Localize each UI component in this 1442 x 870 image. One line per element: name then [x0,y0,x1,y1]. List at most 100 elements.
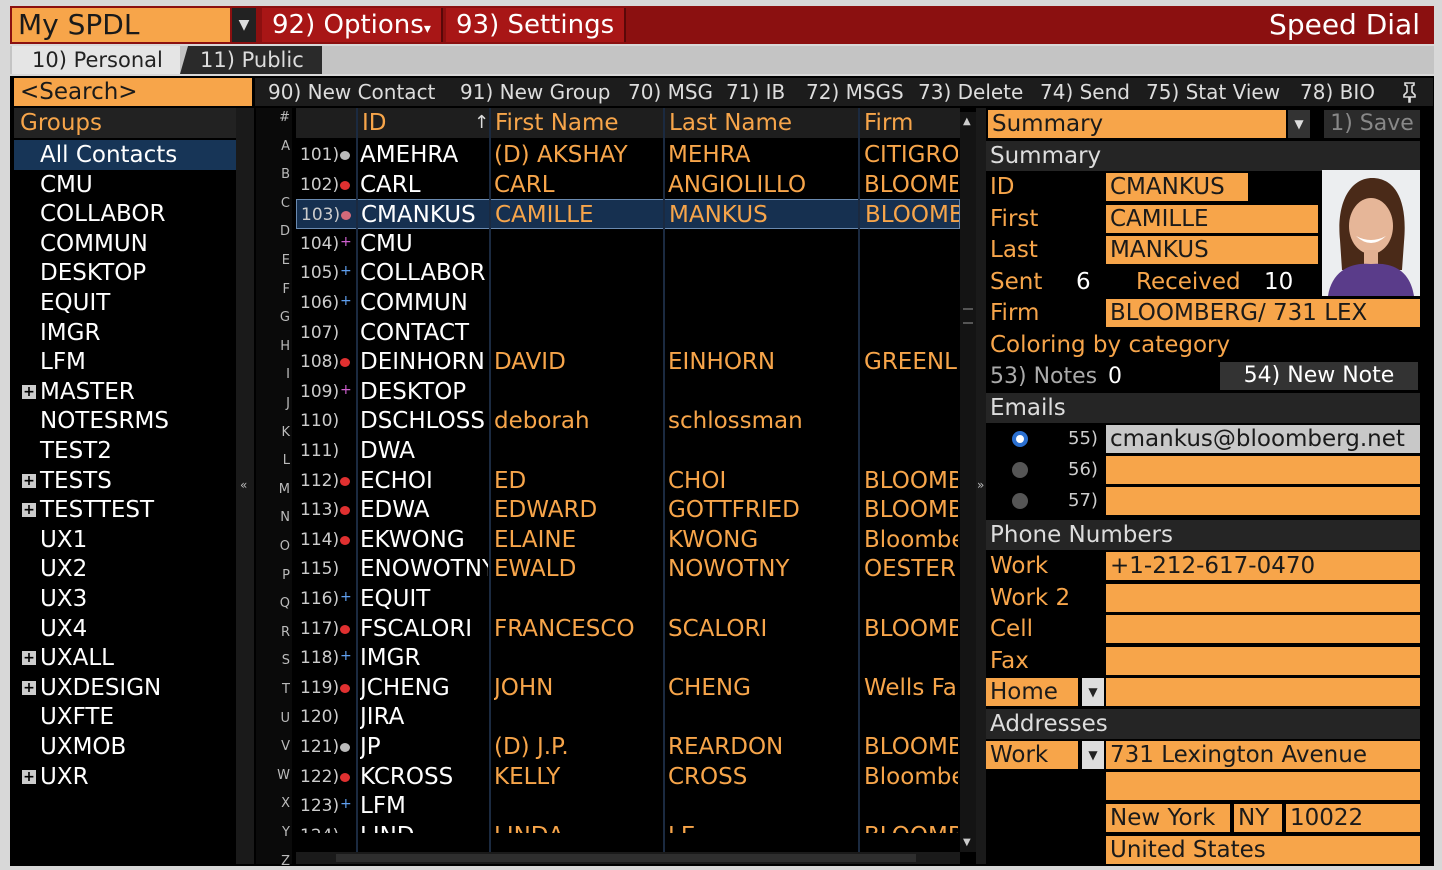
table-row[interactable]: 124) LIND LINDA LE BLOOMBERG [296,821,960,833]
alpha-index-letter[interactable]: K [258,425,290,440]
table-row[interactable]: 120) JIRA [296,702,960,732]
alpha-index-letter[interactable]: Y [258,825,290,840]
expand-plus-icon[interactable]: + [22,473,36,488]
table-row[interactable]: 115) ENOWOTNYEWALD NOWOTNY OESTERR [296,554,960,584]
sidebar-group-item[interactable]: UX3 [14,584,236,614]
email-radio[interactable] [1012,431,1028,447]
col-header-first-name[interactable]: First Name [495,108,619,138]
msg-button[interactable]: 70) MSG [628,78,713,106]
alpha-index-letter[interactable]: J [258,396,290,411]
col-header-id[interactable]: ID [362,108,387,138]
table-row[interactable]: 101) AMEHRA (D) AKSHAY MEHRA CITIGROUP [296,140,960,170]
alpha-index-letter[interactable]: W [258,768,290,783]
table-row[interactable]: 102) CARL CARL ANGIOLILLO BLOOMBERG [296,170,960,200]
phone-home-field[interactable] [1106,678,1420,706]
table-row[interactable]: 106) + COMMUN [296,288,960,318]
bio-button[interactable]: 78) BIO [1300,78,1375,106]
sidebar-group-item[interactable]: + TESTTEST [14,495,236,525]
table-row[interactable]: 107) CONTACT [296,318,960,348]
table-row[interactable]: 113) EDWA EDWARD GOTTFRIED BLOOMBERG [296,495,960,525]
settings-button[interactable]: 93) Settings [446,8,627,42]
alpha-index-letter[interactable]: H [258,339,290,354]
sort-asc-icon[interactable]: ↑ [474,112,489,133]
table-row[interactable]: 110) DSCHLOSS deborah schlossman [296,406,960,436]
firm-field[interactable]: BLOOMBERG/ 731 LEX [1106,299,1420,327]
alpha-index-letter[interactable]: F [258,282,290,297]
alpha-index-letter[interactable]: O [258,539,290,554]
alpha-index-letter[interactable]: X [258,796,290,811]
alpha-index-letter[interactable]: V [258,739,290,754]
alpha-index-letter[interactable]: P [258,568,290,583]
save-button[interactable]: 1) Save [1324,110,1420,138]
city-field[interactable]: New York [1106,804,1230,832]
alpha-index-letter[interactable]: B [258,167,290,182]
address-type-select[interactable]: Work [986,741,1078,769]
alpha-index-letter[interactable]: A [258,139,290,154]
sidebar-group-item[interactable]: NOTESRMS [14,406,236,436]
sidebar-group-item[interactable]: LFM [14,347,236,377]
scroll-thumb-grip[interactable] [963,308,973,324]
street-field[interactable]: 731 Lexington Avenue [1106,741,1420,769]
phone-field[interactable] [1106,646,1420,675]
alpha-index-letter[interactable]: Z [258,854,290,869]
delete-button[interactable]: 73) Delete [918,78,1023,106]
sidebar-group-item[interactable]: COMMUN [14,229,236,259]
col-header-firm[interactable]: Firm [864,108,913,138]
email-field[interactable] [1106,456,1420,484]
table-row[interactable]: 121) JP (D) J.P. REARDON BLOOMBERG [296,732,960,762]
table-row[interactable]: 123) + LFM [296,791,960,821]
col-header-last-name[interactable]: Last Name [669,108,792,138]
alpha-index-letter[interactable]: Q [258,596,290,611]
sidebar-group-item[interactable]: + MASTER [14,377,236,407]
sidebar-group-item[interactable]: + UXR [14,762,236,792]
sidebar-group-item[interactable]: UXMOB [14,732,236,762]
table-row[interactable]: 104) + CMU [296,229,960,259]
coloring-label[interactable]: Coloring by category [990,330,1230,360]
table-row[interactable]: 111) DWA [296,436,960,466]
table-row[interactable]: 119) JCHENG JOHN CHENG Wells Fargo [296,673,960,703]
alpha-index-letter[interactable]: C [258,196,290,211]
collapse-right-icon[interactable]: » [977,478,984,492]
alpha-index-letter[interactable]: L [258,453,290,468]
phone-field[interactable] [1106,615,1420,643]
table-row[interactable]: 108) DEINHORN DAVID EINHORN GREENLIGHT [296,347,960,377]
alpha-index-letter[interactable]: I [258,367,290,382]
view-select-dropdown-icon[interactable]: ▼ [1288,110,1310,138]
email-field[interactable]: cmankus@bloomberg.net [1106,425,1420,453]
state-field[interactable]: NY [1234,804,1282,832]
sidebar-group-item[interactable]: EQUIT [14,288,236,318]
expand-plus-icon[interactable]: + [22,503,36,518]
table-row[interactable]: 105) + COLLABOR [296,258,960,288]
expand-plus-icon[interactable]: + [22,384,36,399]
msgs-button[interactable]: 72) MSGS [806,78,904,106]
table-row[interactable]: 112) ECHOI ED CHOI BLOOMBERG [296,466,960,496]
expand-plus-icon[interactable]: + [22,680,36,695]
sidebar-group-item[interactable]: All Contacts [14,140,236,170]
pin-icon[interactable] [1398,80,1422,104]
options-button[interactable]: 92) Options▾ [262,8,443,42]
sidebar-group-item[interactable]: IMGR [14,318,236,348]
street2-field[interactable] [1106,772,1420,800]
phone-field[interactable] [1106,583,1420,612]
hscroll-thumb[interactable] [336,854,916,862]
sidebar-splitter[interactable]: « [236,108,254,864]
sidebar-group-item[interactable]: + UXDESIGN [14,673,236,703]
notes-label[interactable]: 53) Notes [990,362,1097,392]
email-radio[interactable] [1012,462,1028,478]
grid-horizontal-scrollbar[interactable] [296,852,960,864]
table-row[interactable]: 122) KCROSS KELLY CROSS Bloomberg [296,762,960,792]
alpha-index-letter[interactable]: M [258,482,290,497]
table-row[interactable]: 118) + IMGR [296,643,960,673]
table-row[interactable]: 116) + EQUIT [296,584,960,614]
sidebar-group-item[interactable]: UX4 [14,614,236,644]
alpha-index-letter[interactable]: E [258,253,290,268]
email-field[interactable] [1106,487,1420,515]
sidebar-group-item[interactable]: TEST2 [14,436,236,466]
table-row[interactable]: 103) CMANKUS CAMILLE MANKUS BLOOMBERG [296,199,960,230]
sidebar-group-item[interactable]: COLLABOR [14,199,236,229]
title-dropdown-icon[interactable]: ▼ [232,8,256,42]
search-input[interactable]: <Search> [14,78,252,106]
phone-field[interactable]: +1-212-617-0470 [1106,552,1420,580]
tab-public[interactable]: 11) Public [180,46,322,74]
zip-field[interactable]: 10022 [1286,804,1420,832]
